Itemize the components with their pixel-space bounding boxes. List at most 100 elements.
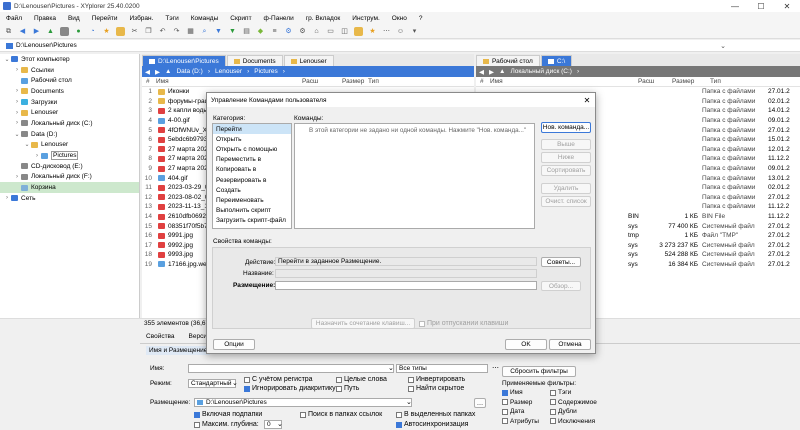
tree-item[interactable]: Рабочий стол: [0, 75, 139, 86]
applied-filter[interactable]: Тэги: [550, 389, 571, 396]
menu-item[interactable]: Команды: [185, 15, 225, 22]
check-case[interactable]: С учётом регистра: [244, 376, 313, 383]
check-selected-folders[interactable]: В выделенных папках: [396, 411, 475, 418]
menu-item[interactable]: ?: [413, 15, 429, 22]
search-icon[interactable]: ⌕: [200, 27, 209, 36]
check-diacritics[interactable]: Игнорировать диакритику: [244, 385, 336, 392]
expand-icon[interactable]: ›: [13, 67, 21, 73]
category-item[interactable]: Загрузить скрипт-файл: [213, 216, 291, 226]
crumb-pictures[interactable]: Pictures: [254, 68, 277, 75]
tree-item[interactable]: ⌄ Data (D:): [0, 129, 139, 140]
tab-versions[interactable]: Верси: [189, 333, 207, 340]
col-size[interactable]: Размер: [342, 78, 368, 85]
checkbox[interactable]: [336, 376, 342, 383]
forward-icon[interactable]: ▶: [32, 27, 41, 36]
close-button[interactable]: ✕: [774, 2, 800, 11]
category-item[interactable]: Открыть: [213, 134, 291, 144]
check-hidden[interactable]: Найти скрытое: [408, 385, 464, 392]
crumb-lenouser[interactable]: Lenouser: [215, 68, 242, 75]
dialog-close-icon[interactable]: ✕: [579, 96, 595, 105]
menu-item[interactable]: ф-Панели: [258, 15, 300, 22]
category-item[interactable]: Открыть с помощью: [213, 144, 291, 154]
cut-icon[interactable]: ✂: [130, 27, 139, 36]
settings2-icon[interactable]: ⚙: [298, 27, 307, 36]
location-icon[interactable]: ●: [74, 27, 83, 36]
expand-icon[interactable]: ›: [13, 88, 21, 94]
back-icon[interactable]: ◀: [18, 27, 27, 36]
copy-icon[interactable]: ⧉: [4, 27, 13, 36]
redo-icon[interactable]: ↷: [172, 27, 181, 36]
tree-item[interactable]: ⌄ Lenouser: [0, 140, 139, 151]
command-name-input[interactable]: [275, 269, 537, 278]
check-path[interactable]: Путь: [336, 385, 359, 392]
drive-icon[interactable]: [60, 26, 69, 36]
tree-item[interactable]: ⌄ Этот компьютер: [0, 54, 139, 65]
tab[interactable]: Documents: [226, 55, 283, 66]
tree-item[interactable]: › Загрузки: [0, 97, 139, 108]
check-autosync[interactable]: Автосинхронизация: [396, 421, 468, 428]
menu-item[interactable]: Инструм.: [346, 15, 385, 22]
checkbox[interactable]: [408, 385, 414, 392]
location-dropdown-icon[interactable]: ⌄: [406, 398, 412, 406]
menu-item[interactable]: Файл: [0, 15, 28, 22]
checkbox[interactable]: [550, 389, 556, 396]
mode-dropdown-icon[interactable]: ⌄: [232, 379, 238, 387]
tree-item[interactable]: › Локальный диск (F:): [0, 172, 139, 183]
menu-item[interactable]: Скрипт: [224, 15, 257, 22]
menu-item[interactable]: Окно: [386, 15, 413, 22]
tag-icon[interactable]: ⌂: [312, 27, 321, 36]
col-ext[interactable]: Расш: [302, 78, 342, 85]
script-icon[interactable]: ≡: [270, 27, 279, 36]
col-name[interactable]: Имя: [156, 78, 302, 85]
checkbox[interactable]: [244, 385, 250, 392]
filter-icon[interactable]: ▼: [214, 27, 223, 36]
checkbox[interactable]: [396, 411, 402, 418]
checkbox[interactable]: [502, 408, 508, 415]
address-dropdown-icon[interactable]: ⌄: [720, 42, 726, 50]
expand-icon[interactable]: ›: [13, 120, 21, 126]
category-item[interactable]: Переименовать: [213, 195, 291, 205]
crumb-drive-c[interactable]: Локальный диск (C:): [510, 68, 572, 75]
applied-filter[interactable]: Размер: [502, 399, 532, 406]
crumb-data[interactable]: Data (D:): [176, 68, 202, 75]
forward-icon[interactable]: ▶: [155, 68, 160, 76]
check-link-folders[interactable]: Поиск в папках ссылок: [300, 411, 382, 418]
check-include-subfolders[interactable]: Включая подпапки: [194, 411, 262, 418]
back-icon[interactable]: ◀: [145, 68, 150, 76]
menu-item[interactable]: Избран.: [123, 15, 159, 22]
view-icon[interactable]: ▦: [186, 27, 195, 36]
panel-icon[interactable]: ◫: [340, 27, 349, 36]
checkbox[interactable]: [550, 399, 556, 405]
people-icon[interactable]: ☺: [396, 27, 405, 36]
types-select[interactable]: Все типы: [396, 364, 488, 373]
checkbox[interactable]: [194, 411, 200, 418]
applied-filter[interactable]: Дубли: [550, 408, 577, 415]
expand-icon[interactable]: ⌄: [23, 141, 31, 148]
category-item[interactable]: Резервировать в: [213, 175, 291, 185]
name-dropdown-icon[interactable]: ⌄: [388, 364, 394, 372]
checkbox[interactable]: [336, 385, 342, 392]
location-browse-button[interactable]: …: [474, 398, 486, 408]
menu-item[interactable]: Правка: [28, 15, 62, 22]
star-icon[interactable]: ★: [368, 27, 377, 36]
green-filter-icon[interactable]: ▼: [228, 27, 237, 36]
check-max-depth[interactable]: Максим. глубина:: [194, 421, 259, 428]
maximize-button[interactable]: ☐: [748, 2, 774, 11]
assign-shortcut-button[interactable]: Назначить сочетание клавиш...: [311, 318, 415, 329]
col-num[interactable]: #: [476, 78, 490, 85]
checkbox[interactable]: [408, 376, 414, 383]
back-icon[interactable]: ◀: [479, 68, 484, 76]
col-name[interactable]: Имя: [490, 78, 638, 85]
favorite-icon[interactable]: ★: [102, 27, 111, 36]
expand-icon[interactable]: ›: [13, 99, 21, 105]
tab[interactable]: Рабочий стол: [476, 55, 540, 66]
tree-item[interactable]: › Documents: [0, 86, 139, 97]
check-on-key-release[interactable]: При отпускании клавиши: [419, 320, 508, 327]
cancel-button[interactable]: Отмена: [549, 339, 591, 350]
command-location-input[interactable]: [275, 281, 537, 290]
tree-item[interactable]: › Lenouser: [0, 107, 139, 118]
menu-item[interactable]: Перейти: [86, 15, 124, 22]
tab[interactable]: D:\Lenouser\Pictures: [142, 55, 226, 66]
expand-icon[interactable]: ›: [3, 195, 11, 201]
ok-button[interactable]: OK: [505, 339, 547, 350]
